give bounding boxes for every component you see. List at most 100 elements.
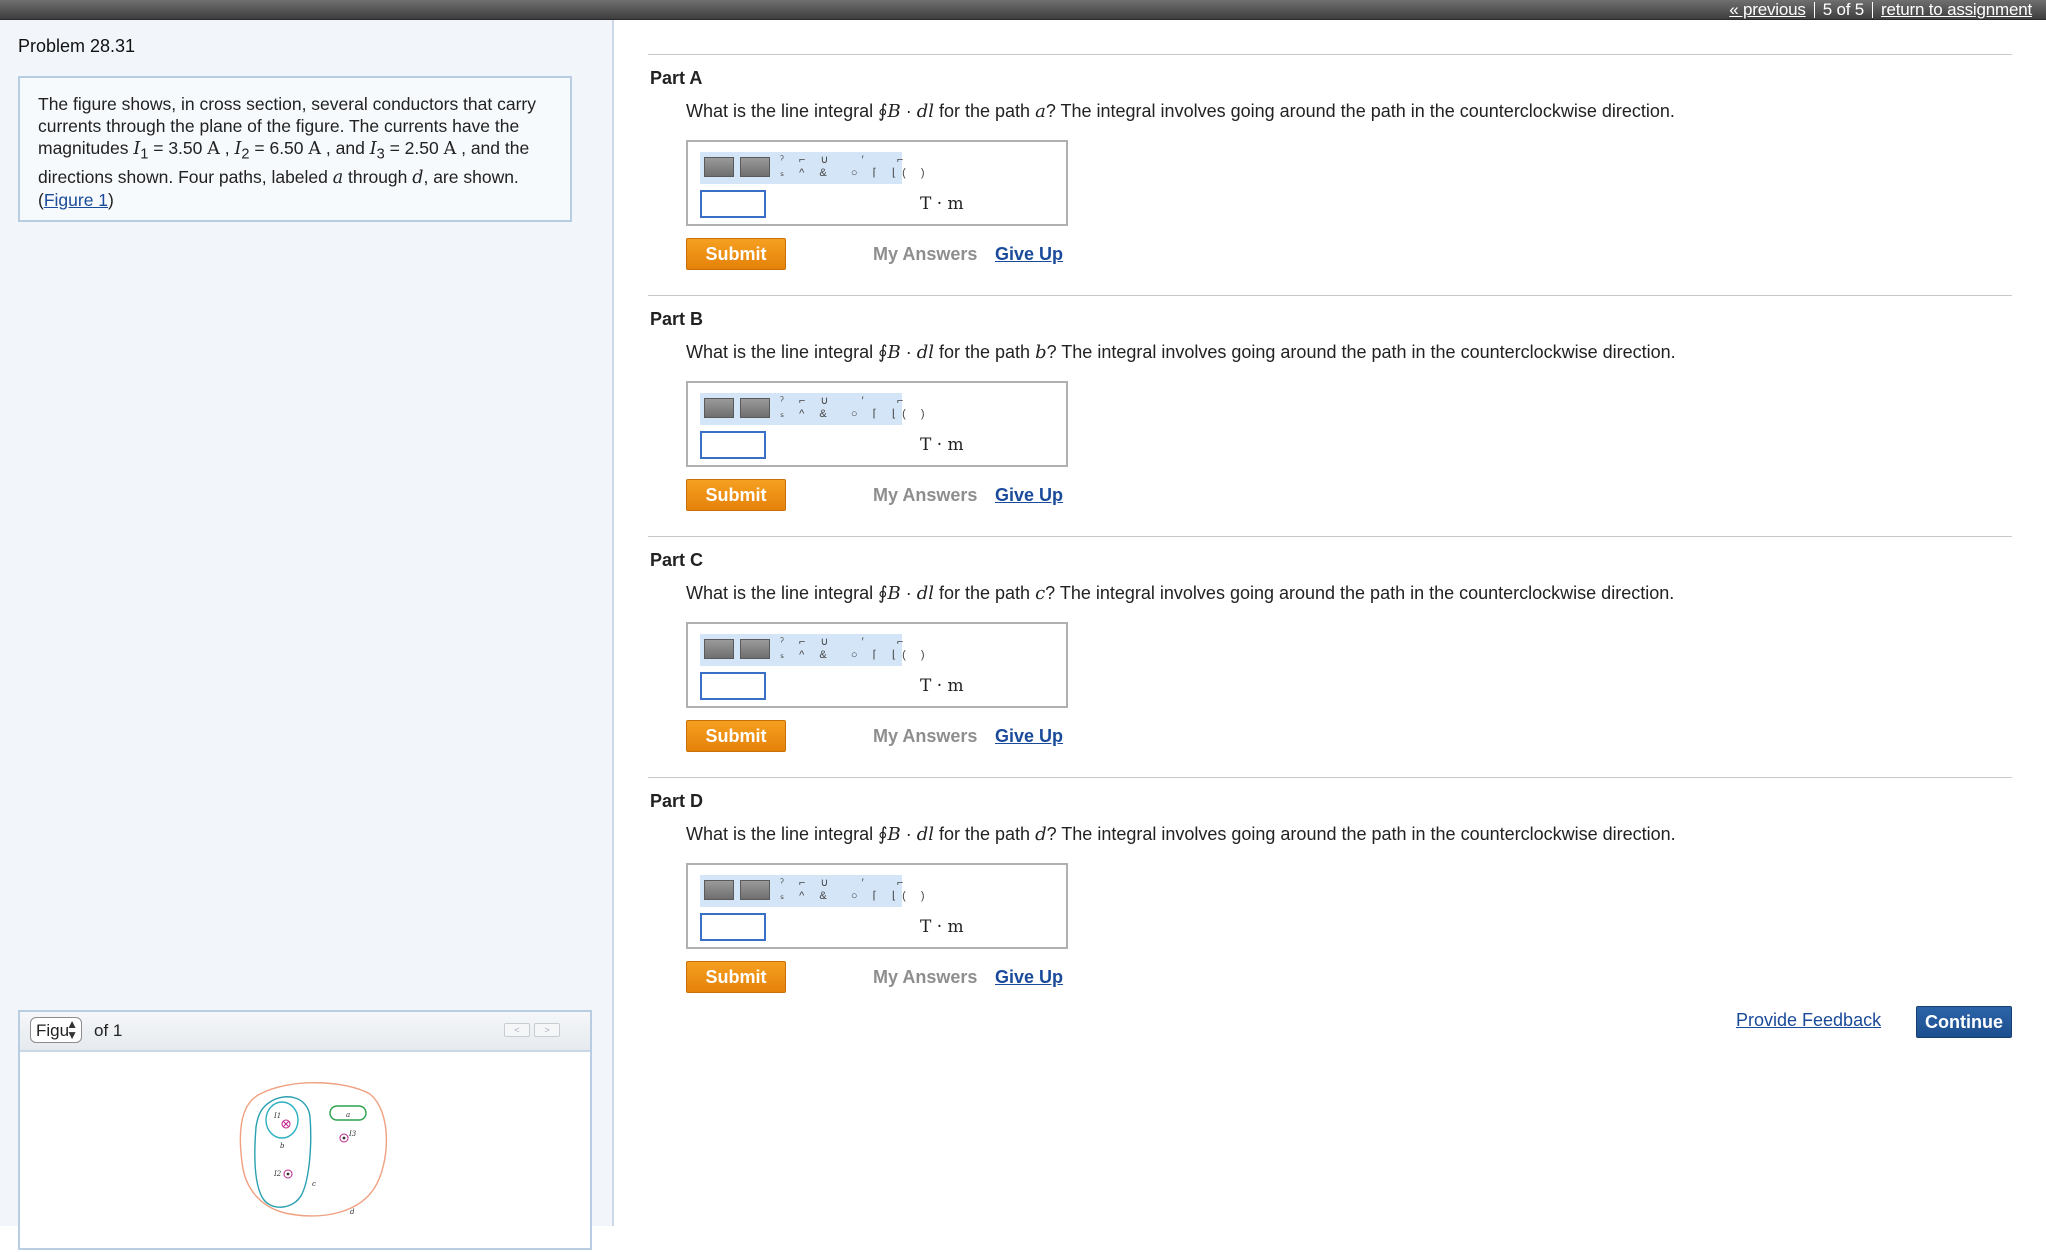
select-arrows-icon: ▲ ▼ xyxy=(66,1017,78,1042)
question-text: for the path xyxy=(934,824,1036,844)
submit-button[interactable]: Submit xyxy=(686,961,786,993)
paren: ) xyxy=(108,189,114,210)
statement-text: , are shown. xyxy=(423,166,519,187)
label-d: d xyxy=(350,1208,355,1216)
label-a: a xyxy=(346,1111,350,1119)
math-toolbar: ˀ ⌐ ∪ ′ ⌐ ₛ ^ & ○ ⌈ ⌊( ) xyxy=(700,634,925,666)
current-i1-marker xyxy=(281,1119,291,1129)
conductor-figure[interactable]: I1 I2 I3 a b c d xyxy=(230,1072,400,1232)
answer-input[interactable] xyxy=(700,672,766,700)
return-to-assignment-link[interactable]: return to assignment xyxy=(1881,0,2032,20)
vector-dl: dl xyxy=(916,101,934,122)
current-unit: A xyxy=(207,139,220,159)
unit-label: T · m xyxy=(920,676,964,696)
question-text: for the path xyxy=(934,342,1036,362)
question-text: What is the line integral xyxy=(686,342,879,362)
give-up-link[interactable]: Give Up xyxy=(995,244,1063,265)
path-label: c xyxy=(1035,583,1046,604)
provide-feedback-link[interactable]: Provide Feedback xyxy=(1736,1010,1881,1031)
figure-navigation: < > xyxy=(504,1023,560,1037)
dot-operator: · xyxy=(900,824,917,844)
part-title: Part D xyxy=(650,791,704,811)
current-symbol: I xyxy=(369,139,377,159)
my-answers-link[interactable]: My Answers xyxy=(873,485,977,506)
part-divider xyxy=(648,536,2012,537)
toolbar-glyphs-icon[interactable]: ˀ ⌐ ∪ ′ ⌐ ₛ ^ & ○ ⌈ ⌊( ) xyxy=(780,154,931,180)
template-button[interactable] xyxy=(704,639,734,659)
answer-input[interactable] xyxy=(700,431,766,459)
symbol-button[interactable] xyxy=(740,639,770,659)
give-up-link[interactable]: Give Up xyxy=(995,726,1063,747)
part-question: What is the line integral ∮B · dl for th… xyxy=(686,101,1675,122)
template-button[interactable] xyxy=(704,880,734,900)
label-c: c xyxy=(312,1180,316,1188)
answer-box: ˀ ⌐ ∪ ′ ⌐ ₛ ^ & ○ ⌈ ⌊( ) T · m xyxy=(686,622,1068,708)
path-label: d xyxy=(1035,824,1047,845)
part-title: Part A xyxy=(650,68,703,88)
continue-button[interactable]: Continue xyxy=(1916,1006,2012,1038)
vector-b: B xyxy=(887,342,901,363)
my-answers-link[interactable]: My Answers xyxy=(873,244,977,265)
template-button[interactable] xyxy=(704,157,734,177)
template-button[interactable] xyxy=(704,398,734,418)
part-question: What is the line integral ∮B · dl for th… xyxy=(686,342,1676,363)
path-label: a xyxy=(1035,101,1046,122)
math-toolbar: ˀ ⌐ ∪ ′ ⌐ ₛ ^ & ○ ⌈ ⌊( ) xyxy=(700,875,925,907)
math-toolbar: ˀ ⌐ ∪ ′ ⌐ ₛ ^ & ○ ⌈ ⌊( ) xyxy=(700,152,925,184)
unit-label: T · m xyxy=(920,435,964,455)
current-unit: A xyxy=(308,139,322,159)
current-subscript: 3 xyxy=(376,146,385,163)
question-text: ? The integral involves going around the… xyxy=(1045,583,1675,603)
path-c-loop xyxy=(254,1096,312,1208)
vector-dl: dl xyxy=(916,583,934,604)
dot-operator: · xyxy=(900,342,917,362)
submit-button[interactable]: Submit xyxy=(686,479,786,511)
toolbar-glyphs-icon[interactable]: ˀ ⌐ ∪ ′ ⌐ ₛ ^ & ○ ⌈ ⌊( ) xyxy=(780,636,931,662)
figure-count: of 1 xyxy=(94,1021,123,1040)
answer-input[interactable] xyxy=(700,190,766,218)
vector-b: B xyxy=(887,824,901,845)
part-title: Part B xyxy=(650,309,704,329)
path-label: a xyxy=(332,167,344,188)
symbol-button[interactable] xyxy=(740,880,770,900)
problem-title: Problem 28.31 xyxy=(18,36,136,56)
answer-box: ˀ ⌐ ∪ ′ ⌐ ₛ ^ & ○ ⌈ ⌊( ) T · m xyxy=(686,863,1068,949)
symbol-button[interactable] xyxy=(740,157,770,177)
answer-box: ˀ ⌐ ∪ ′ ⌐ ₛ ^ & ○ ⌈ ⌊( ) T · m xyxy=(686,140,1068,226)
current-subscript: 2 xyxy=(241,146,250,163)
submit-button[interactable]: Submit xyxy=(686,238,786,270)
question-text: ? The integral involves going around the… xyxy=(1046,342,1676,362)
my-answers-link[interactable]: My Answers xyxy=(873,967,977,988)
figure-select[interactable]: Figu ▲ ▼ xyxy=(30,1017,82,1043)
question-text: for the path xyxy=(934,101,1036,121)
my-answers-link[interactable]: My Answers xyxy=(873,726,977,747)
figure-1-link[interactable]: Figure 1 xyxy=(44,190,108,210)
part-divider xyxy=(648,295,2012,296)
question-text: What is the line integral xyxy=(686,583,879,603)
unit-label: T · m xyxy=(920,917,964,937)
question-text: What is the line integral xyxy=(686,101,879,121)
statement-text: , xyxy=(219,138,235,158)
figure-prev-button[interactable]: < xyxy=(504,1023,530,1037)
math-toolbar: ˀ ⌐ ∪ ′ ⌐ ₛ ^ & ○ ⌈ ⌊( ) xyxy=(700,393,925,425)
current-value: = 3.50 xyxy=(148,138,208,158)
figure-next-button[interactable]: > xyxy=(534,1023,560,1037)
figure-panel: Figu ▲ ▼ of 1 < > I1 I2 I3 a b c d xyxy=(18,1010,592,1250)
toolbar-glyphs-icon[interactable]: ˀ ⌐ ∪ ′ ⌐ ₛ ^ & ○ ⌈ ⌊( ) xyxy=(780,877,931,903)
item-position: 5 of 5 xyxy=(1822,0,1865,19)
figure-panel-header: Figu ▲ ▼ of 1 < > xyxy=(20,1012,590,1052)
figure-body: I1 I2 I3 a b c d xyxy=(20,1052,590,1252)
problem-statement: The figure shows, in cross section, seve… xyxy=(18,76,572,222)
answer-box: ˀ ⌐ ∪ ′ ⌐ ₛ ^ & ○ ⌈ ⌊( ) T · m xyxy=(686,381,1068,467)
give-up-link[interactable]: Give Up xyxy=(995,485,1063,506)
top-bar: « previous 5 of 5 return to assignment xyxy=(0,0,2046,20)
symbol-button[interactable] xyxy=(740,398,770,418)
answer-input[interactable] xyxy=(700,913,766,941)
previous-link[interactable]: « previous xyxy=(1729,0,1806,20)
part-divider xyxy=(648,777,2012,778)
submit-button[interactable]: Submit xyxy=(686,720,786,752)
give-up-link[interactable]: Give Up xyxy=(995,967,1063,988)
toolbar-glyphs-icon[interactable]: ˀ ⌐ ∪ ′ ⌐ ₛ ^ & ○ ⌈ ⌊( ) xyxy=(780,395,931,421)
figure-select-value: Figu xyxy=(36,1021,70,1040)
label-i3: I3 xyxy=(348,1130,357,1138)
